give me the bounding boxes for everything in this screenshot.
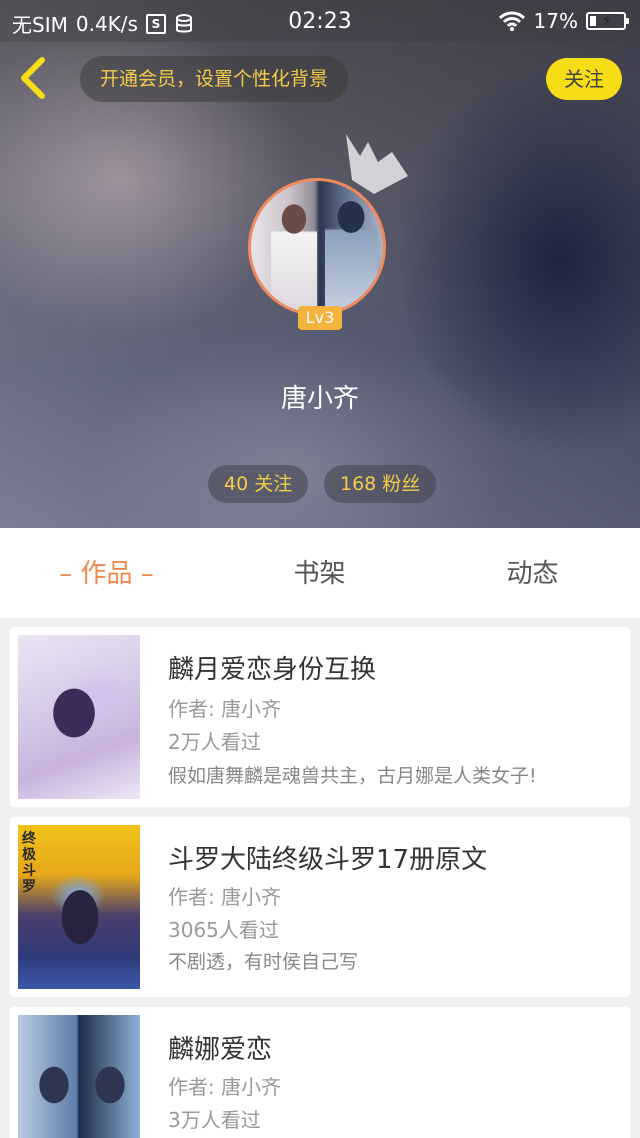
work-author: 作者: 唐小齐: [168, 697, 282, 721]
work-title: 麟娜爱恋: [168, 1035, 273, 1065]
work-views: 3万人看过: [168, 1108, 261, 1132]
back-icon[interactable]: [16, 56, 52, 100]
work-views: 2万人看过: [168, 730, 261, 754]
tab-bookshelf[interactable]: 书架: [213, 528, 426, 618]
work-description: 假如唐舞麟是魂兽共主，古月娜是人类女子!: [168, 765, 537, 787]
work-item[interactable]: 终极 斗罗 斗罗大陆终级斗罗17册原文 作者: 唐小齐 3065人看过 不剧透，…: [10, 817, 630, 997]
book-cover: 终极 斗罗: [18, 825, 140, 989]
work-author: 作者: 唐小齐: [168, 885, 282, 909]
status-bar: 无SIM 0.4K/s S 02:23 17% ⚡: [0, 0, 640, 42]
follow-button[interactable]: 关注: [546, 58, 622, 100]
battery-icon: ⚡: [586, 12, 629, 30]
work-title: 麟月爱恋身份互换: [168, 655, 377, 685]
level-badge: Lv3: [298, 306, 342, 330]
cover-title-text: 终极 斗罗: [22, 831, 36, 895]
tab-activity[interactable]: 动态: [426, 528, 639, 618]
username: 唐小齐: [280, 384, 359, 414]
work-item[interactable]: 麟娜爱恋 作者: 唐小齐 3万人看过: [10, 1007, 630, 1138]
work-description: 不剧透，有时侯自己写: [168, 951, 359, 973]
avatar[interactable]: [248, 178, 386, 316]
work-title: 斗罗大陆终级斗罗17册原文: [168, 845, 488, 875]
battery-percent: 17%: [533, 9, 578, 33]
book-cover: [18, 1015, 140, 1138]
profile-tabs: – 作品 – 书架 动态: [0, 528, 640, 618]
work-item[interactable]: 麟月爱恋身份互换 作者: 唐小齐 2万人看过 假如唐舞麟是魂兽共主，古月娜是人类…: [10, 627, 630, 807]
work-author: 作者: 唐小齐: [168, 1075, 282, 1099]
profile-header: 无SIM 0.4K/s S 02:23 17% ⚡ 开通会员，设置个性化背景 关…: [0, 0, 640, 528]
work-views: 3065人看过: [168, 918, 279, 942]
following-count[interactable]: 40 关注: [208, 465, 309, 503]
tab-works[interactable]: – 作品 –: [0, 528, 213, 618]
followers-count[interactable]: 168 粉丝: [324, 465, 437, 503]
vip-background-prompt[interactable]: 开通会员，设置个性化背景: [80, 56, 349, 102]
book-cover: [18, 635, 140, 799]
wifi-icon: [498, 11, 525, 31]
